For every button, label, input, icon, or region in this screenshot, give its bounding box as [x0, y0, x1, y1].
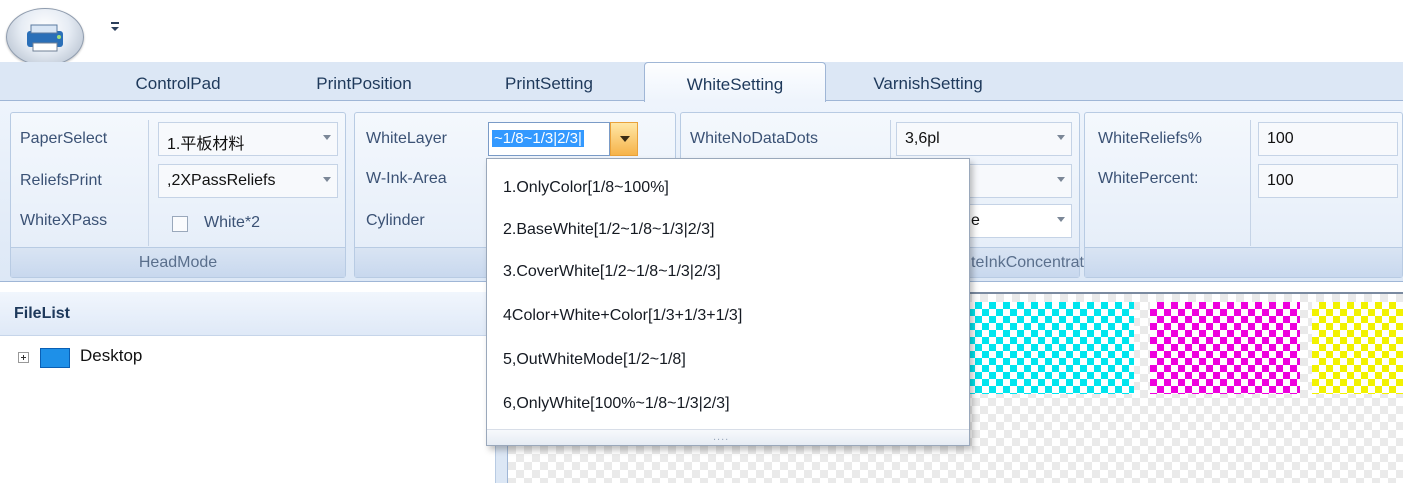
group-caption-headmode: HeadMode: [11, 247, 345, 277]
label-separator: [1250, 120, 1251, 246]
tab-varnishsetting[interactable]: VarnishSetting: [848, 62, 1008, 102]
label-separator: [890, 120, 891, 160]
white-reliefs-input[interactable]: 100: [1258, 122, 1398, 156]
reliefs-print-label: ReliefsPrint: [20, 172, 102, 189]
tree-item-label: Desktop: [80, 346, 143, 365]
tab-whitesetting[interactable]: WhiteSetting: [644, 62, 826, 102]
dropdown-option-6[interactable]: 6,OnlyWhite[100%~1/8~1/3|2/3]: [503, 395, 730, 413]
white-layer-label: WhiteLayer: [366, 130, 447, 147]
dropdown-option-2[interactable]: 2.BaseWhite[1/2~1/8~1/3|2/3]: [503, 221, 714, 239]
paper-select-label: PaperSelect: [20, 130, 108, 147]
dropdown-option-1[interactable]: 1.OnlyColor[1/8~100%]: [503, 179, 669, 197]
white-percent-label: WhitePercent:: [1098, 170, 1199, 187]
white-x2-label: White*2: [204, 214, 261, 231]
w-ink-area-label: W-Ink-Area: [366, 170, 447, 187]
white-x2-checkbox[interactable]: [172, 216, 188, 232]
white-reliefs-value: 100: [1267, 130, 1294, 147]
ink-combo-3-value: e: [971, 212, 980, 229]
dropdown-option-5[interactable]: 5,OutWhiteMode[1/2~1/8]: [503, 351, 686, 369]
printer-icon: [27, 24, 63, 52]
filelist-header: FileList: [0, 292, 496, 336]
grip-dots: ....: [713, 431, 730, 443]
white-no-data-dots-label: WhiteNoDataDots: [690, 130, 819, 147]
white-reliefs-label: WhiteReliefs%: [1098, 130, 1203, 147]
reliefs-print-combo[interactable]: ,2XPassReliefs: [158, 164, 338, 198]
white-layer-combo[interactable]: ~1/8~1/3|2/3|: [488, 122, 610, 156]
chevron-down-icon: [1057, 135, 1065, 140]
cyan-swatch: [968, 302, 1134, 394]
chevron-down-icon: [323, 135, 331, 140]
label-separator: [148, 120, 149, 246]
white-layer-value: ~1/8~1/3|2/3|: [492, 130, 584, 147]
paper-select-value: 1.平板材料: [167, 136, 245, 153]
white-no-data-dots-value: 3,6pl: [905, 130, 940, 147]
chevron-down-icon: [1057, 177, 1065, 182]
white-layer-dropdown-button[interactable]: [610, 122, 638, 156]
expand-plus-icon[interactable]: [18, 352, 29, 363]
cylinder-label: Cylinder: [366, 212, 425, 229]
white-no-data-dots-combo[interactable]: 3,6pl: [896, 122, 1072, 156]
yellow-swatch: [1312, 302, 1403, 394]
tab-printsetting[interactable]: PrintSetting: [470, 62, 628, 102]
chevron-down-icon: [1057, 217, 1065, 222]
dropdown-option-3[interactable]: 3.CoverWhite[1/2~1/8~1/3|2/3]: [503, 263, 721, 281]
group-caption-whitereliefs: [1085, 247, 1402, 277]
magenta-swatch: [1150, 302, 1300, 394]
white-layer-dropdown-list: 1.OnlyColor[1/8~100%] 2.BaseWhite[1/2~1/…: [486, 158, 970, 446]
tab-printposition[interactable]: PrintPosition: [284, 62, 444, 102]
paper-select-combo[interactable]: 1.平板材料: [158, 122, 338, 156]
dropdown-option-4[interactable]: 4Color+White+Color[1/3+1/3+1/3]: [503, 307, 742, 325]
desktop-folder-icon: [40, 348, 70, 368]
reliefs-print-value: ,2XPassReliefs: [167, 172, 276, 189]
white-xpass-label: WhiteXPass: [20, 212, 108, 229]
chevron-down-icon: [323, 177, 331, 182]
customize-quick-access-icon[interactable]: [108, 20, 122, 34]
white-percent-value: 100: [1267, 172, 1294, 189]
application-menu-button[interactable]: [6, 8, 84, 66]
dropdown-resize-grip[interactable]: ....: [487, 429, 969, 445]
white-percent-input[interactable]: 100: [1258, 164, 1398, 198]
filelist-title: FileList: [14, 305, 71, 322]
tab-controlpad[interactable]: ControlPad: [108, 62, 248, 102]
filelist-pane: FileList Desktop: [0, 292, 496, 483]
